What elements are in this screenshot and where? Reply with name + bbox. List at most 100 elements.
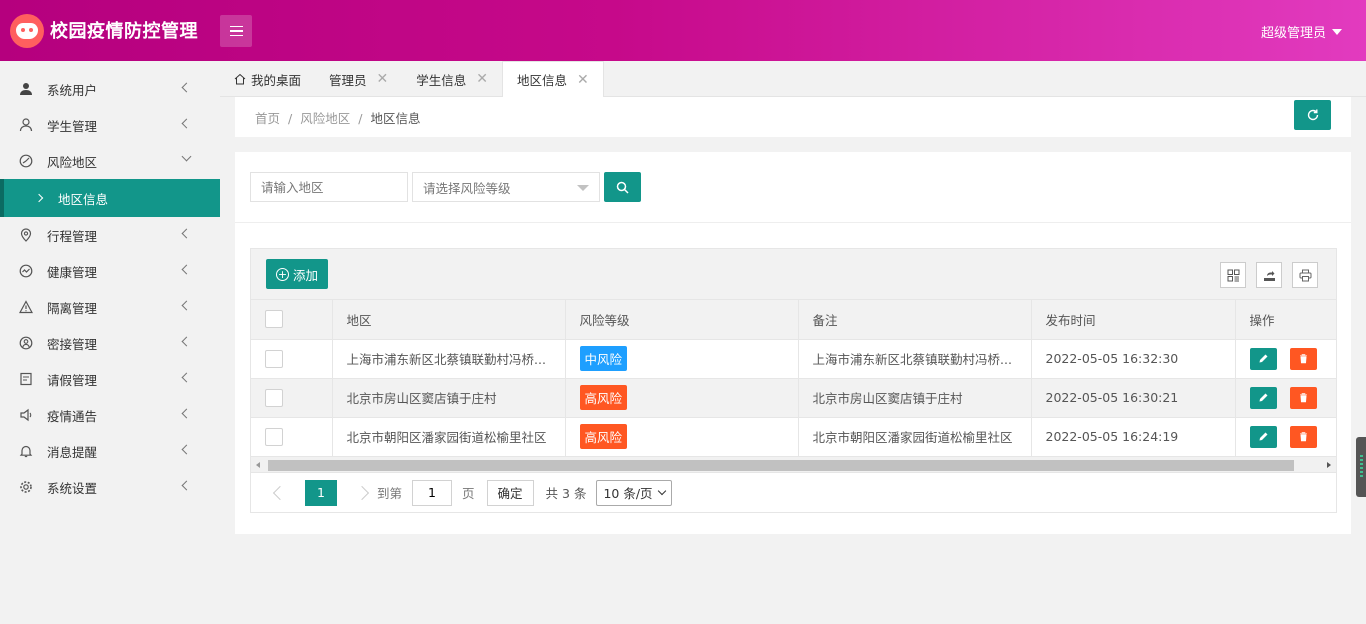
sidebar-item-messages[interactable]: 消息提醒: [0, 433, 220, 469]
breadcrumb: 首页 / 风险地区 / 地区信息: [255, 111, 421, 126]
close-icon[interactable]: ✕: [577, 72, 589, 88]
warning-triangle-icon: [18, 299, 34, 315]
data-table: + 添加 地区 风险等级 备注 发布时间 操作 上海市浦东新区北蔡镇联勤村冯桥.…: [250, 248, 1337, 513]
risk-badge: 中风险: [579, 346, 628, 371]
print-button[interactable]: [1292, 262, 1318, 288]
chevron-left-icon: [181, 118, 192, 129]
sidebar-item-quarantine[interactable]: 隔离管理: [0, 289, 220, 325]
actions-cell: [1235, 378, 1337, 418]
column-header-region[interactable]: 地区: [332, 300, 566, 340]
table-row: 上海市浦东新区北蔡镇联勤村冯桥... 中风险 上海市浦东新区北蔡镇联勤村冯桥..…: [251, 339, 1337, 379]
pencil-icon: [1259, 354, 1267, 363]
scroll-right-icon[interactable]: [1327, 461, 1331, 468]
sidebar-item-system-users[interactable]: 系统用户: [0, 71, 220, 107]
chevron-left-icon: [181, 336, 192, 347]
scrollbar-thumb[interactable]: [268, 459, 1294, 471]
scroll-left-icon[interactable]: [256, 461, 260, 468]
table-header-row: 地区 风险等级 备注 发布时间 操作: [251, 300, 1337, 340]
delete-button[interactable]: [1289, 386, 1317, 409]
chevron-down-icon: [657, 486, 666, 496]
columns-filter-button[interactable]: [1220, 262, 1246, 288]
side-drawer-handle[interactable]: [1356, 437, 1366, 497]
sidebar-item-label: 学生管理: [47, 118, 98, 134]
time-cell: 2022-05-05 16:24:19: [1031, 417, 1236, 457]
column-header-actions: 操作: [1235, 300, 1337, 340]
menu-toggle-button[interactable]: [220, 15, 252, 47]
sidebar-item-risk-areas[interactable]: 风险地区: [0, 143, 220, 179]
column-header-risk[interactable]: 风险等级: [565, 300, 799, 340]
risk-level-placeholder: 请选择风险等级: [423, 180, 511, 196]
next-page-icon[interactable]: [354, 485, 370, 500]
risk-cell: 高风险: [565, 417, 799, 457]
note-cell: 北京市朝阳区潘家园街道松榆里社区: [798, 417, 1032, 457]
chevron-left-icon: [181, 228, 192, 239]
table-row: 北京市房山区窦店镇于庄村 高风险 北京市房山区窦店镇于庄村 2022-05-05…: [251, 378, 1337, 418]
breadcrumb-home[interactable]: 首页: [255, 111, 280, 126]
edit-button[interactable]: [1249, 347, 1277, 370]
horizontal-scrollbar[interactable]: [251, 456, 1336, 473]
sidebar-item-leave[interactable]: 请假管理: [0, 361, 220, 397]
trash-icon: [1299, 354, 1307, 364]
export-button[interactable]: [1256, 262, 1282, 288]
refresh-button[interactable]: [1294, 100, 1331, 130]
page-1-button[interactable]: 1: [305, 479, 337, 506]
user-menu[interactable]: 超级管理员: [1261, 22, 1342, 41]
column-header-note[interactable]: 备注: [798, 300, 1032, 340]
select-all-checkbox[interactable]: [265, 310, 283, 329]
sidebar: 系统用户 学生管理 风险地区 地区信息 行程管理 健康管理 隔离管理 密接管理 …: [0, 61, 220, 624]
tab-admins[interactable]: 管理员 ✕: [315, 61, 402, 97]
sidebar-item-health[interactable]: 健康管理: [0, 253, 220, 289]
table-row: 北京市朝阳区潘家园街道松榆里社区 高风险 北京市朝阳区潘家园街道松榆里社区 20…: [251, 417, 1337, 457]
risk-map-icon: [18, 153, 34, 169]
sidebar-subitem-label: 地区信息: [58, 191, 109, 207]
goto-confirm-button[interactable]: 确定: [486, 479, 534, 506]
row-checkbox[interactable]: [265, 427, 283, 446]
caret-down-icon: [1332, 28, 1342, 35]
trash-icon: [1299, 432, 1307, 442]
goto-page-input[interactable]: [412, 479, 453, 506]
note-cell: 北京市房山区窦店镇于庄村: [798, 378, 1032, 418]
row-checkbox[interactable]: [265, 349, 283, 368]
page-size-select[interactable]: 10 条/页: [596, 479, 672, 506]
tab-bar: 我的桌面 管理员 ✕ 学生信息 ✕ 地区信息 ✕: [220, 61, 1366, 97]
column-header-time[interactable]: 发布时间: [1031, 300, 1236, 340]
sidebar-item-settings[interactable]: 系统设置: [0, 469, 220, 505]
delete-button[interactable]: [1289, 425, 1317, 448]
sidebar-item-itinerary[interactable]: 行程管理: [0, 217, 220, 253]
search-button[interactable]: [604, 172, 641, 202]
note-cell: 上海市浦东新区北蔡镇联勤村冯桥...: [798, 339, 1032, 379]
sidebar-item-label: 请假管理: [47, 372, 98, 388]
total-count: 共 3 条: [545, 486, 587, 501]
edit-button[interactable]: [1249, 425, 1277, 448]
print-icon: [1299, 269, 1311, 281]
tab-region-info[interactable]: 地区信息 ✕: [502, 61, 604, 97]
add-button[interactable]: + 添加: [266, 259, 329, 289]
close-icon[interactable]: ✕: [377, 71, 389, 87]
risk-badge: 高风险: [579, 424, 628, 449]
prev-page-icon[interactable]: [272, 485, 288, 500]
edit-button[interactable]: [1249, 386, 1277, 409]
sidebar-item-label: 系统设置: [47, 480, 98, 496]
chevron-down-icon: [181, 151, 192, 162]
user-name: 超级管理员: [1260, 26, 1326, 41]
row-checkbox[interactable]: [265, 388, 283, 407]
chevron-right-icon: [34, 193, 44, 203]
tab-my-desktop[interactable]: 我的桌面: [220, 61, 315, 97]
region-cell: 北京市朝阳区潘家园街道松榆里社区: [332, 417, 566, 457]
risk-level-select[interactable]: 请选择风险等级: [412, 172, 600, 202]
actions-cell: [1235, 417, 1337, 457]
breadcrumb-risk-areas[interactable]: 风险地区: [300, 111, 350, 126]
user-outline-icon: [18, 117, 34, 133]
sidebar-item-close-contacts[interactable]: 密接管理: [0, 325, 220, 361]
delete-button[interactable]: [1289, 347, 1317, 370]
sidebar-item-students[interactable]: 学生管理: [0, 107, 220, 143]
sidebar-subitem-region-info[interactable]: 地区信息: [0, 179, 220, 217]
gear-icon: [18, 479, 34, 495]
risk-cell: 中风险: [565, 339, 799, 379]
trash-icon: [1299, 393, 1307, 403]
tab-student-info[interactable]: 学生信息 ✕: [402, 61, 502, 97]
region-search-input[interactable]: [250, 172, 408, 202]
home-icon: [234, 73, 246, 85]
close-icon[interactable]: ✕: [476, 71, 488, 87]
sidebar-item-notices[interactable]: 疫情通告: [0, 397, 220, 433]
